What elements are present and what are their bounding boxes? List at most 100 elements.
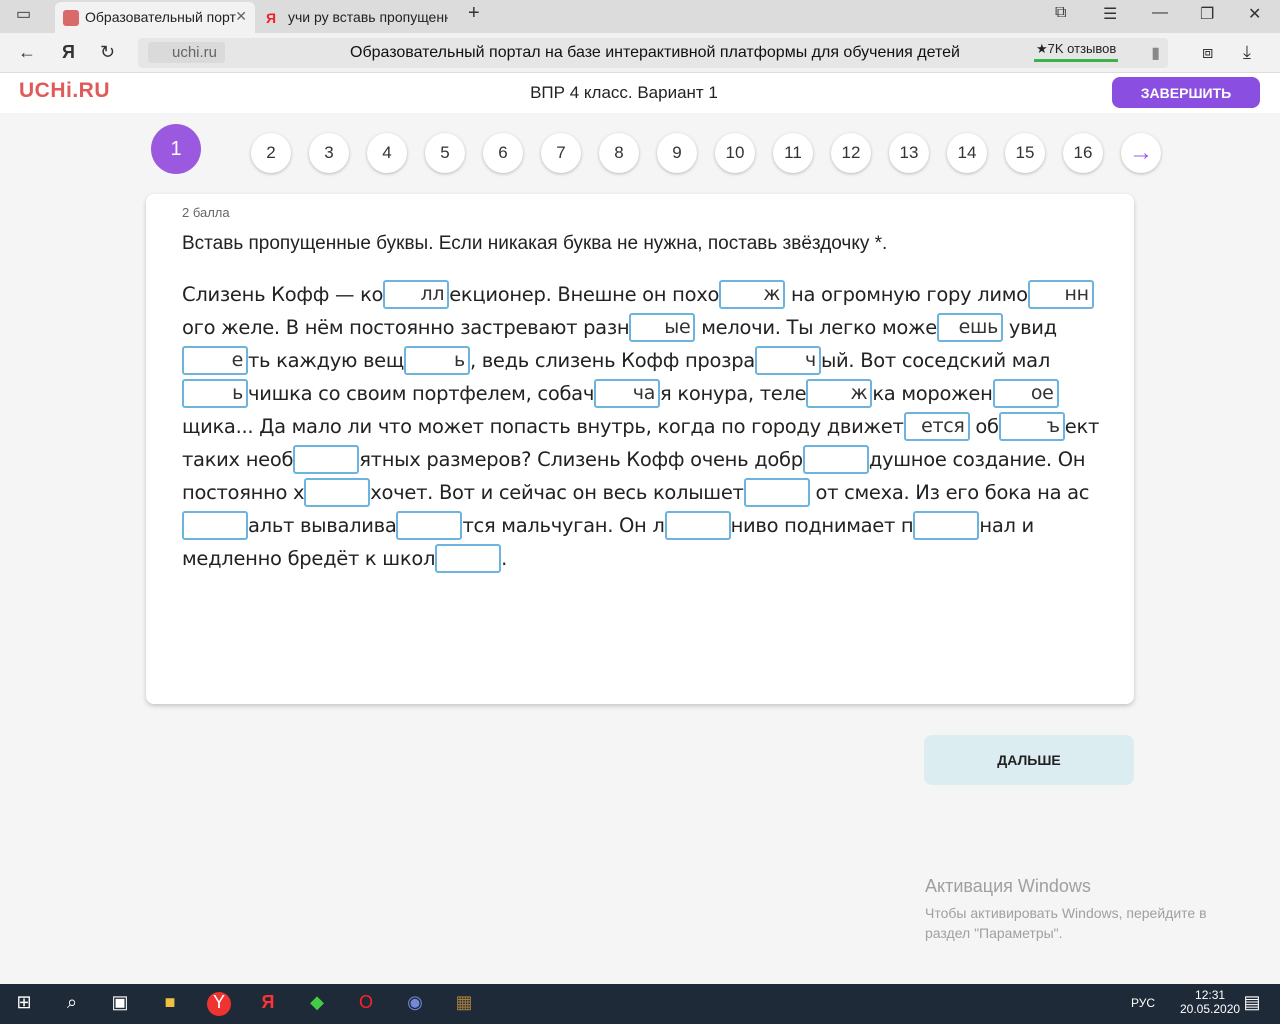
letter-input[interactable] — [182, 510, 248, 540]
text-fragment: ятных размеров? Слизень Кофф очень добр — [359, 448, 803, 471]
letter-input[interactable]: нн — [1027, 279, 1094, 309]
domain-label: uchi.ru — [148, 42, 226, 63]
language-indicator[interactable]: РУС — [1131, 996, 1155, 1010]
bookmark-icon[interactable]: ▮ — [1151, 43, 1160, 63]
text-fragment: ка морожен — [872, 382, 993, 405]
text-line: ь чишка со своим портфелем, собач ча я кону… — [182, 377, 1099, 410]
page-button-14[interactable]: 14 — [947, 133, 987, 173]
letter-input[interactable]: ь — [403, 345, 470, 375]
page-button-11[interactable]: 11 — [773, 133, 813, 173]
file-explorer-icon[interactable]: ■ — [158, 992, 182, 1016]
text-fragment: таких необ — [182, 448, 294, 471]
start-icon[interactable]: ⊞ — [12, 992, 36, 1016]
page-button-8[interactable]: 8 — [599, 133, 639, 173]
text-fragment: тся мальчуган. Он л — [462, 514, 665, 537]
translate-icon[interactable]: ⧈ — [1202, 42, 1213, 63]
text-fragment: постоянно х — [182, 481, 305, 504]
page-title: Образовательный портал на базе интеракти… — [350, 44, 960, 61]
letter-input[interactable] — [802, 444, 869, 474]
date: 20.05.2020 — [1180, 1002, 1241, 1016]
reload-icon[interactable]: ↻ — [100, 42, 115, 63]
letter-input[interactable]: ь — [182, 378, 248, 408]
letter-input[interactable]: лл — [383, 279, 450, 309]
finish-button[interactable]: ЗАВЕРШИТЬ — [1112, 77, 1260, 108]
download-icon[interactable]: ⤓ — [1243, 42, 1251, 63]
page-button-2[interactable]: 2 — [251, 133, 291, 173]
page-button-6[interactable]: 6 — [483, 133, 523, 173]
restore-icon[interactable]: ❐ — [1200, 4, 1214, 24]
page-button-4[interactable]: 4 — [367, 133, 407, 173]
windows-activation-watermark: Активация Windows Чтобы активировать Win… — [925, 876, 1245, 943]
letter-input[interactable] — [304, 477, 371, 507]
text-fragment: альт вывалива — [248, 514, 397, 537]
text-line: ого желе. В нём постоянно застревают раз… — [182, 311, 1099, 344]
letter-input[interactable]: е — [182, 345, 248, 375]
points-label: 2 балла — [182, 205, 230, 220]
text-fragment: увид — [1002, 316, 1057, 339]
text-fragment: медленно бредёт к школ — [182, 547, 436, 570]
yandex-home-icon[interactable]: Я — [62, 42, 75, 63]
page-button-1[interactable]: 1 — [151, 124, 201, 174]
bookmarks-icon[interactable]: ⧉ — [1055, 4, 1066, 22]
page-button-16[interactable]: 16 — [1063, 133, 1103, 173]
yandex-icon[interactable]: Я — [256, 992, 280, 1016]
text-line: постоянно х хочет. Вот и сейчас он весь к… — [182, 476, 1099, 509]
letter-input[interactable]: ч — [754, 345, 821, 375]
close-tab-icon[interactable]: ✕ — [235, 8, 247, 25]
discord-icon[interactable]: ◉ — [403, 992, 427, 1016]
page-button-15[interactable]: 15 — [1005, 133, 1045, 173]
url-field[interactable]: uchi.ru Образовательный портал на базе и… — [138, 38, 1168, 68]
letter-input[interactable]: ча — [594, 378, 661, 408]
notifications-icon[interactable]: ▤ — [1240, 992, 1264, 1016]
text-line: медленно бредёт к школ. — [182, 542, 1099, 575]
letter-input[interactable]: ется — [903, 411, 970, 441]
letter-input[interactable]: ешь — [936, 312, 1003, 342]
close-window-icon[interactable]: ✕ — [1248, 4, 1261, 24]
letter-input[interactable] — [435, 543, 502, 573]
letter-input[interactable]: ые — [629, 312, 696, 342]
letter-input[interactable]: ж — [719, 279, 786, 309]
text-fragment: , ведь слизень Кофф прозра — [469, 349, 755, 372]
letter-input[interactable] — [913, 510, 980, 540]
tab-title: учи ру вставь пропущенн — [288, 9, 448, 25]
minimize-icon[interactable]: — — [1152, 4, 1168, 22]
text-fragment: хочет. Вот и сейчас он весь колышет — [370, 481, 744, 504]
page-button-13[interactable]: 13 — [889, 133, 929, 173]
page-button-5[interactable]: 5 — [425, 133, 465, 173]
letter-input[interactable]: ое — [992, 378, 1059, 408]
text-fragment: ого желе. В нём постоянно застревают раз… — [182, 316, 630, 339]
menu-icon[interactable]: ☰ — [1103, 4, 1117, 24]
text-line: альт вывалива тся мальчуган. Он л ниво под… — [182, 509, 1099, 542]
letter-input[interactable]: ъ — [998, 411, 1065, 441]
letter-input[interactable] — [664, 510, 731, 540]
favicon-icon — [63, 10, 79, 26]
page-button-3[interactable]: 3 — [309, 133, 349, 173]
letter-input[interactable] — [743, 477, 810, 507]
page-button-12[interactable]: 12 — [831, 133, 871, 173]
letter-input[interactable]: ж — [806, 378, 873, 408]
activation-text: Чтобы активировать Windows, перейдите в … — [925, 905, 1207, 941]
time: 12:31 — [1195, 988, 1226, 1002]
reviews-badge[interactable]: ★7K отзывов — [1034, 41, 1119, 62]
clock[interactable]: 12:31 20.05.2020 — [1180, 988, 1240, 1016]
sidebar-toggle-icon[interactable]: ▭ — [16, 4, 31, 24]
next-page-arrow-icon[interactable]: → — [1121, 133, 1161, 173]
minecraft-icon[interactable]: ▦ — [452, 992, 476, 1016]
task-view-icon[interactable]: ▣ — [108, 992, 132, 1016]
back-icon[interactable]: ← — [18, 42, 36, 63]
text-fragment: ниво поднимает п — [730, 514, 914, 537]
yandex-browser-icon[interactable]: Y — [207, 992, 231, 1016]
page-button-10[interactable]: 10 — [715, 133, 755, 173]
next-button[interactable]: ДАЛЬШЕ — [924, 735, 1134, 785]
opera-icon[interactable]: O — [354, 992, 378, 1016]
letter-input[interactable] — [396, 510, 463, 540]
letter-input[interactable] — [293, 444, 360, 474]
page-button-7[interactable]: 7 — [541, 133, 581, 173]
app-icon[interactable]: ◆ — [305, 992, 329, 1016]
search-icon[interactable]: ⌕ — [60, 992, 84, 1016]
tab-yandex[interactable]: Яучи ру вставь пропущенн — [258, 2, 448, 33]
tab-uchi[interactable]: Образовательный порт ✕ — [55, 2, 255, 33]
new-tab-icon[interactable]: + — [468, 2, 480, 25]
page-button-9[interactable]: 9 — [657, 133, 697, 173]
text-fragment: Слизень Кофф — ко — [182, 283, 384, 306]
